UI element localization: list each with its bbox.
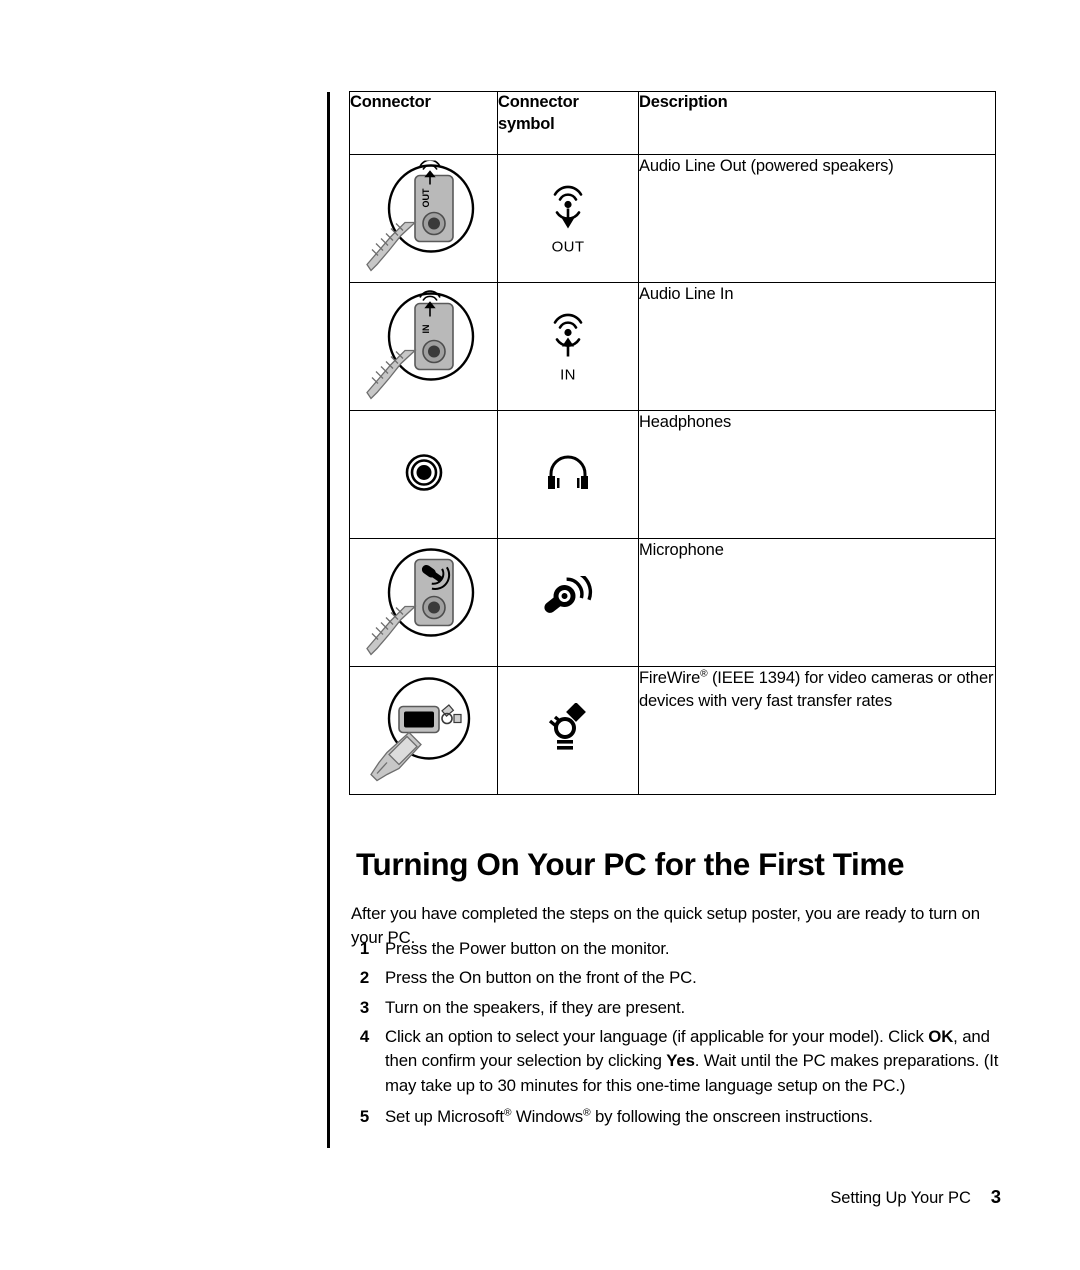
- column-header-symbol-line1: Connector: [498, 93, 579, 111]
- connector-reference-table: Connector Connector symbol Description O…: [349, 91, 996, 795]
- microphone-jack-illustration: [363, 544, 485, 661]
- description-cell: Audio Line In: [638, 282, 996, 411]
- description-cell: FireWire® (IEEE 1394) for video cameras …: [638, 666, 996, 795]
- svg-text:IN: IN: [421, 324, 431, 333]
- step-text: Click an option to select your language …: [385, 1027, 999, 1095]
- list-item: 2 Press the On button on the front of th…: [351, 966, 1006, 990]
- table-row: OUT OUT Audio Line Out (powered speakers…: [349, 154, 996, 283]
- step-number: 3: [359, 997, 369, 1017]
- svg-text:OUT: OUT: [421, 188, 431, 208]
- description-cell: Headphones: [638, 410, 996, 539]
- steps-list: 1 Press the Power button on the monitor.…: [351, 937, 1006, 1134]
- step-number: 4: [359, 1027, 369, 1047]
- table-row: Microphone: [349, 538, 996, 667]
- column-header-symbol-line2: symbol: [498, 114, 555, 133]
- connector-illustration-cell: OUT: [349, 154, 498, 283]
- symbol-label: IN: [560, 366, 576, 383]
- headphone-jack-illustration: [394, 442, 454, 507]
- list-item: 5 Set up Microsoft® Windows® by followin…: [351, 1105, 1006, 1129]
- connector-symbol-cell: [497, 666, 639, 795]
- list-item: 4 Click an option to select your languag…: [351, 1025, 1006, 1098]
- symbol-label: OUT: [551, 238, 585, 255]
- table-row: FireWire® (IEEE 1394) for video cameras …: [349, 666, 996, 795]
- page-title: Turning On Your PC for the First Time: [356, 846, 905, 883]
- connector-symbol-cell: IN: [497, 282, 639, 411]
- table-header-row: Connector Connector symbol Description: [349, 91, 996, 155]
- description-cell: Microphone: [638, 538, 996, 667]
- connector-illustration-cell: [349, 538, 498, 667]
- step-text: Turn on the speakers, if they are presen…: [385, 997, 685, 1017]
- connector-illustration-cell: IN: [349, 282, 498, 411]
- audio-line-in-jack-illustration: IN: [363, 288, 485, 405]
- headphones-symbol: [542, 452, 594, 498]
- step-number: 1: [359, 939, 369, 958]
- column-header-connector: Connector: [349, 91, 498, 155]
- page-footer: Setting Up Your PC 3: [0, 1186, 1001, 1208]
- table-row: IN IN Audio Line In: [349, 282, 996, 411]
- left-margin-rule: [327, 92, 330, 1148]
- step-text: Press the Power button on the monitor.: [385, 939, 670, 958]
- microphone-symbol: [539, 569, 597, 630]
- step-number: 5: [359, 1107, 369, 1127]
- description-cell: Audio Line Out (powered speakers): [638, 154, 996, 283]
- list-item: 1 Press the Power button on the monitor.: [351, 937, 1006, 961]
- column-header-description: Description: [638, 91, 996, 155]
- step-text: Set up Microsoft® Windows® by following …: [385, 1107, 873, 1127]
- firewire-symbol: [542, 701, 594, 759]
- connector-illustration-cell: [349, 410, 498, 539]
- connector-symbol-cell: OUT: [497, 154, 639, 283]
- step-number: 2: [359, 968, 369, 988]
- page-number: 3: [990, 1186, 1001, 1207]
- firewire-port-illustration: [363, 670, 485, 791]
- audio-line-out-symbol: OUT: [545, 182, 591, 255]
- connector-symbol-cell: [497, 410, 639, 539]
- column-header-connector-symbol: Connector symbol: [497, 91, 639, 155]
- list-item: 3 Turn on the speakers, if they are pres…: [351, 996, 1006, 1020]
- connector-symbol-cell: [497, 538, 639, 667]
- connector-illustration-cell: [349, 666, 498, 795]
- footer-section-label: Setting Up Your PC: [830, 1189, 971, 1207]
- step-text: Press the On button on the front of the …: [385, 968, 697, 988]
- table-row: Headphones: [349, 410, 996, 539]
- audio-line-out-jack-illustration: OUT: [363, 158, 485, 277]
- audio-line-in-symbol: IN: [545, 310, 591, 383]
